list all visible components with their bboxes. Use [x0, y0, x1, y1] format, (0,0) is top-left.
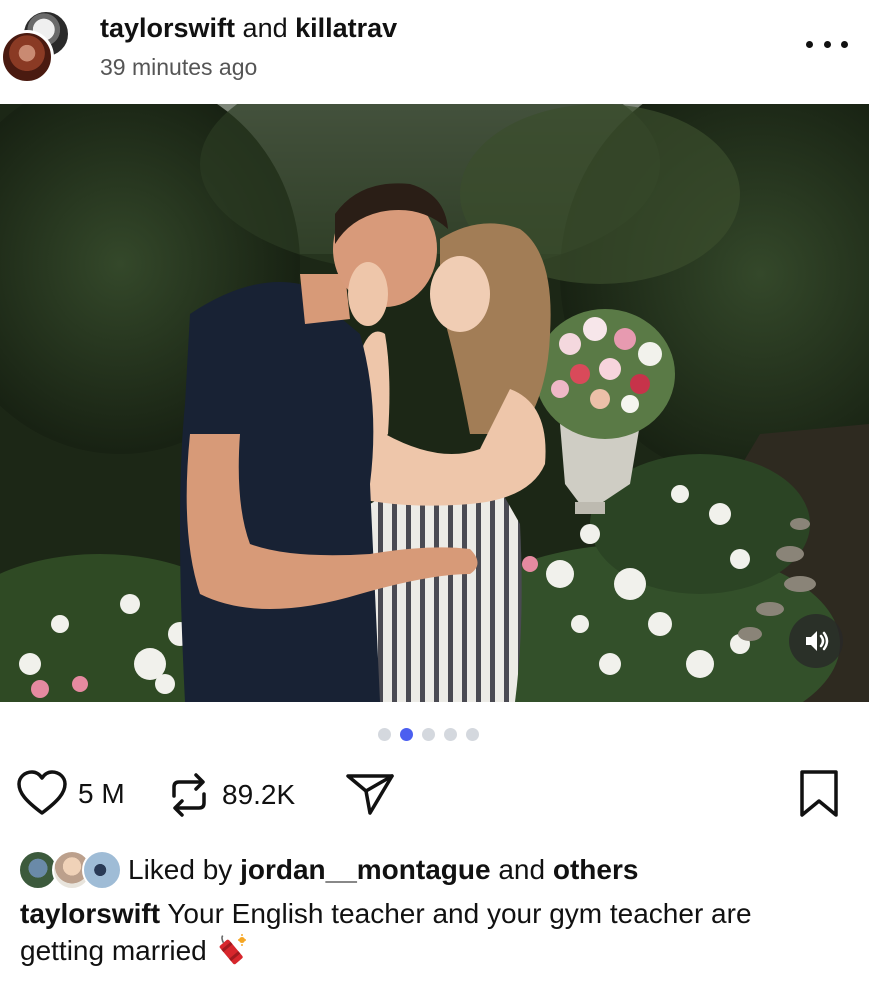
- author-connector: and: [242, 13, 288, 43]
- bookmark-icon: [800, 770, 838, 817]
- more-dot: [823, 40, 831, 48]
- more-dot: [806, 40, 813, 48]
- post-header: taylorswift and killatrav 39 minutes ago: [0, 0, 869, 104]
- carousel-dot[interactable]: [444, 727, 457, 741]
- author-primary-link[interactable]: taylorswift: [100, 13, 235, 43]
- bookmark-button[interactable]: [796, 768, 842, 820]
- repost-button[interactable]: 89.2K: [166, 770, 295, 820]
- author-avatars[interactable]: [0, 8, 72, 86]
- sound-toggle-button[interactable]: [789, 614, 843, 668]
- like-count: 5 M: [78, 778, 125, 809]
- liker-avatars: [18, 850, 122, 890]
- carousel-dot[interactable]: [466, 727, 479, 741]
- avatar-taylorswift[interactable]: [0, 30, 54, 84]
- liked-by-text: Liked by jordan__montague and others: [128, 854, 638, 886]
- carousel-dot[interactable]: [422, 727, 435, 741]
- liked-by-others-link[interactable]: others: [553, 854, 639, 885]
- send-icon: [346, 774, 394, 815]
- post-photo[interactable]: [0, 104, 869, 702]
- firecracker-icon: [213, 932, 247, 975]
- speaker-icon: [806, 631, 829, 651]
- caption-username-link[interactable]: taylorswift: [20, 898, 160, 929]
- repost-count: 89.2K: [222, 779, 296, 810]
- post-caption: taylorswift Your English teacher and you…: [20, 896, 840, 975]
- author-secondary-link[interactable]: killatrav: [295, 13, 397, 43]
- photo-illustration: [0, 104, 869, 702]
- liker-avatar: [82, 850, 122, 890]
- liked-by-connector: and: [498, 854, 546, 885]
- more-dot: [841, 40, 848, 48]
- share-button[interactable]: [344, 770, 396, 818]
- liked-by-prefix: Liked by: [128, 854, 233, 885]
- post-authors: taylorswift and killatrav: [100, 12, 397, 44]
- carousel-dot[interactable]: [378, 727, 391, 741]
- repost-icon: [172, 773, 206, 817]
- carousel-indicator: [378, 727, 488, 741]
- carousel-dot-active[interactable]: [400, 727, 413, 741]
- liked-by-row[interactable]: Liked by jordan__montague and others: [18, 848, 638, 892]
- more-options-button[interactable]: [806, 30, 848, 58]
- heart-icon: [17, 770, 67, 815]
- liker-username-link[interactable]: jordan__montague: [240, 854, 490, 885]
- like-button[interactable]: 5 M: [16, 770, 125, 818]
- action-bar: 5 M 89.2K: [0, 762, 869, 830]
- post-timestamp: 39 minutes ago: [100, 54, 258, 80]
